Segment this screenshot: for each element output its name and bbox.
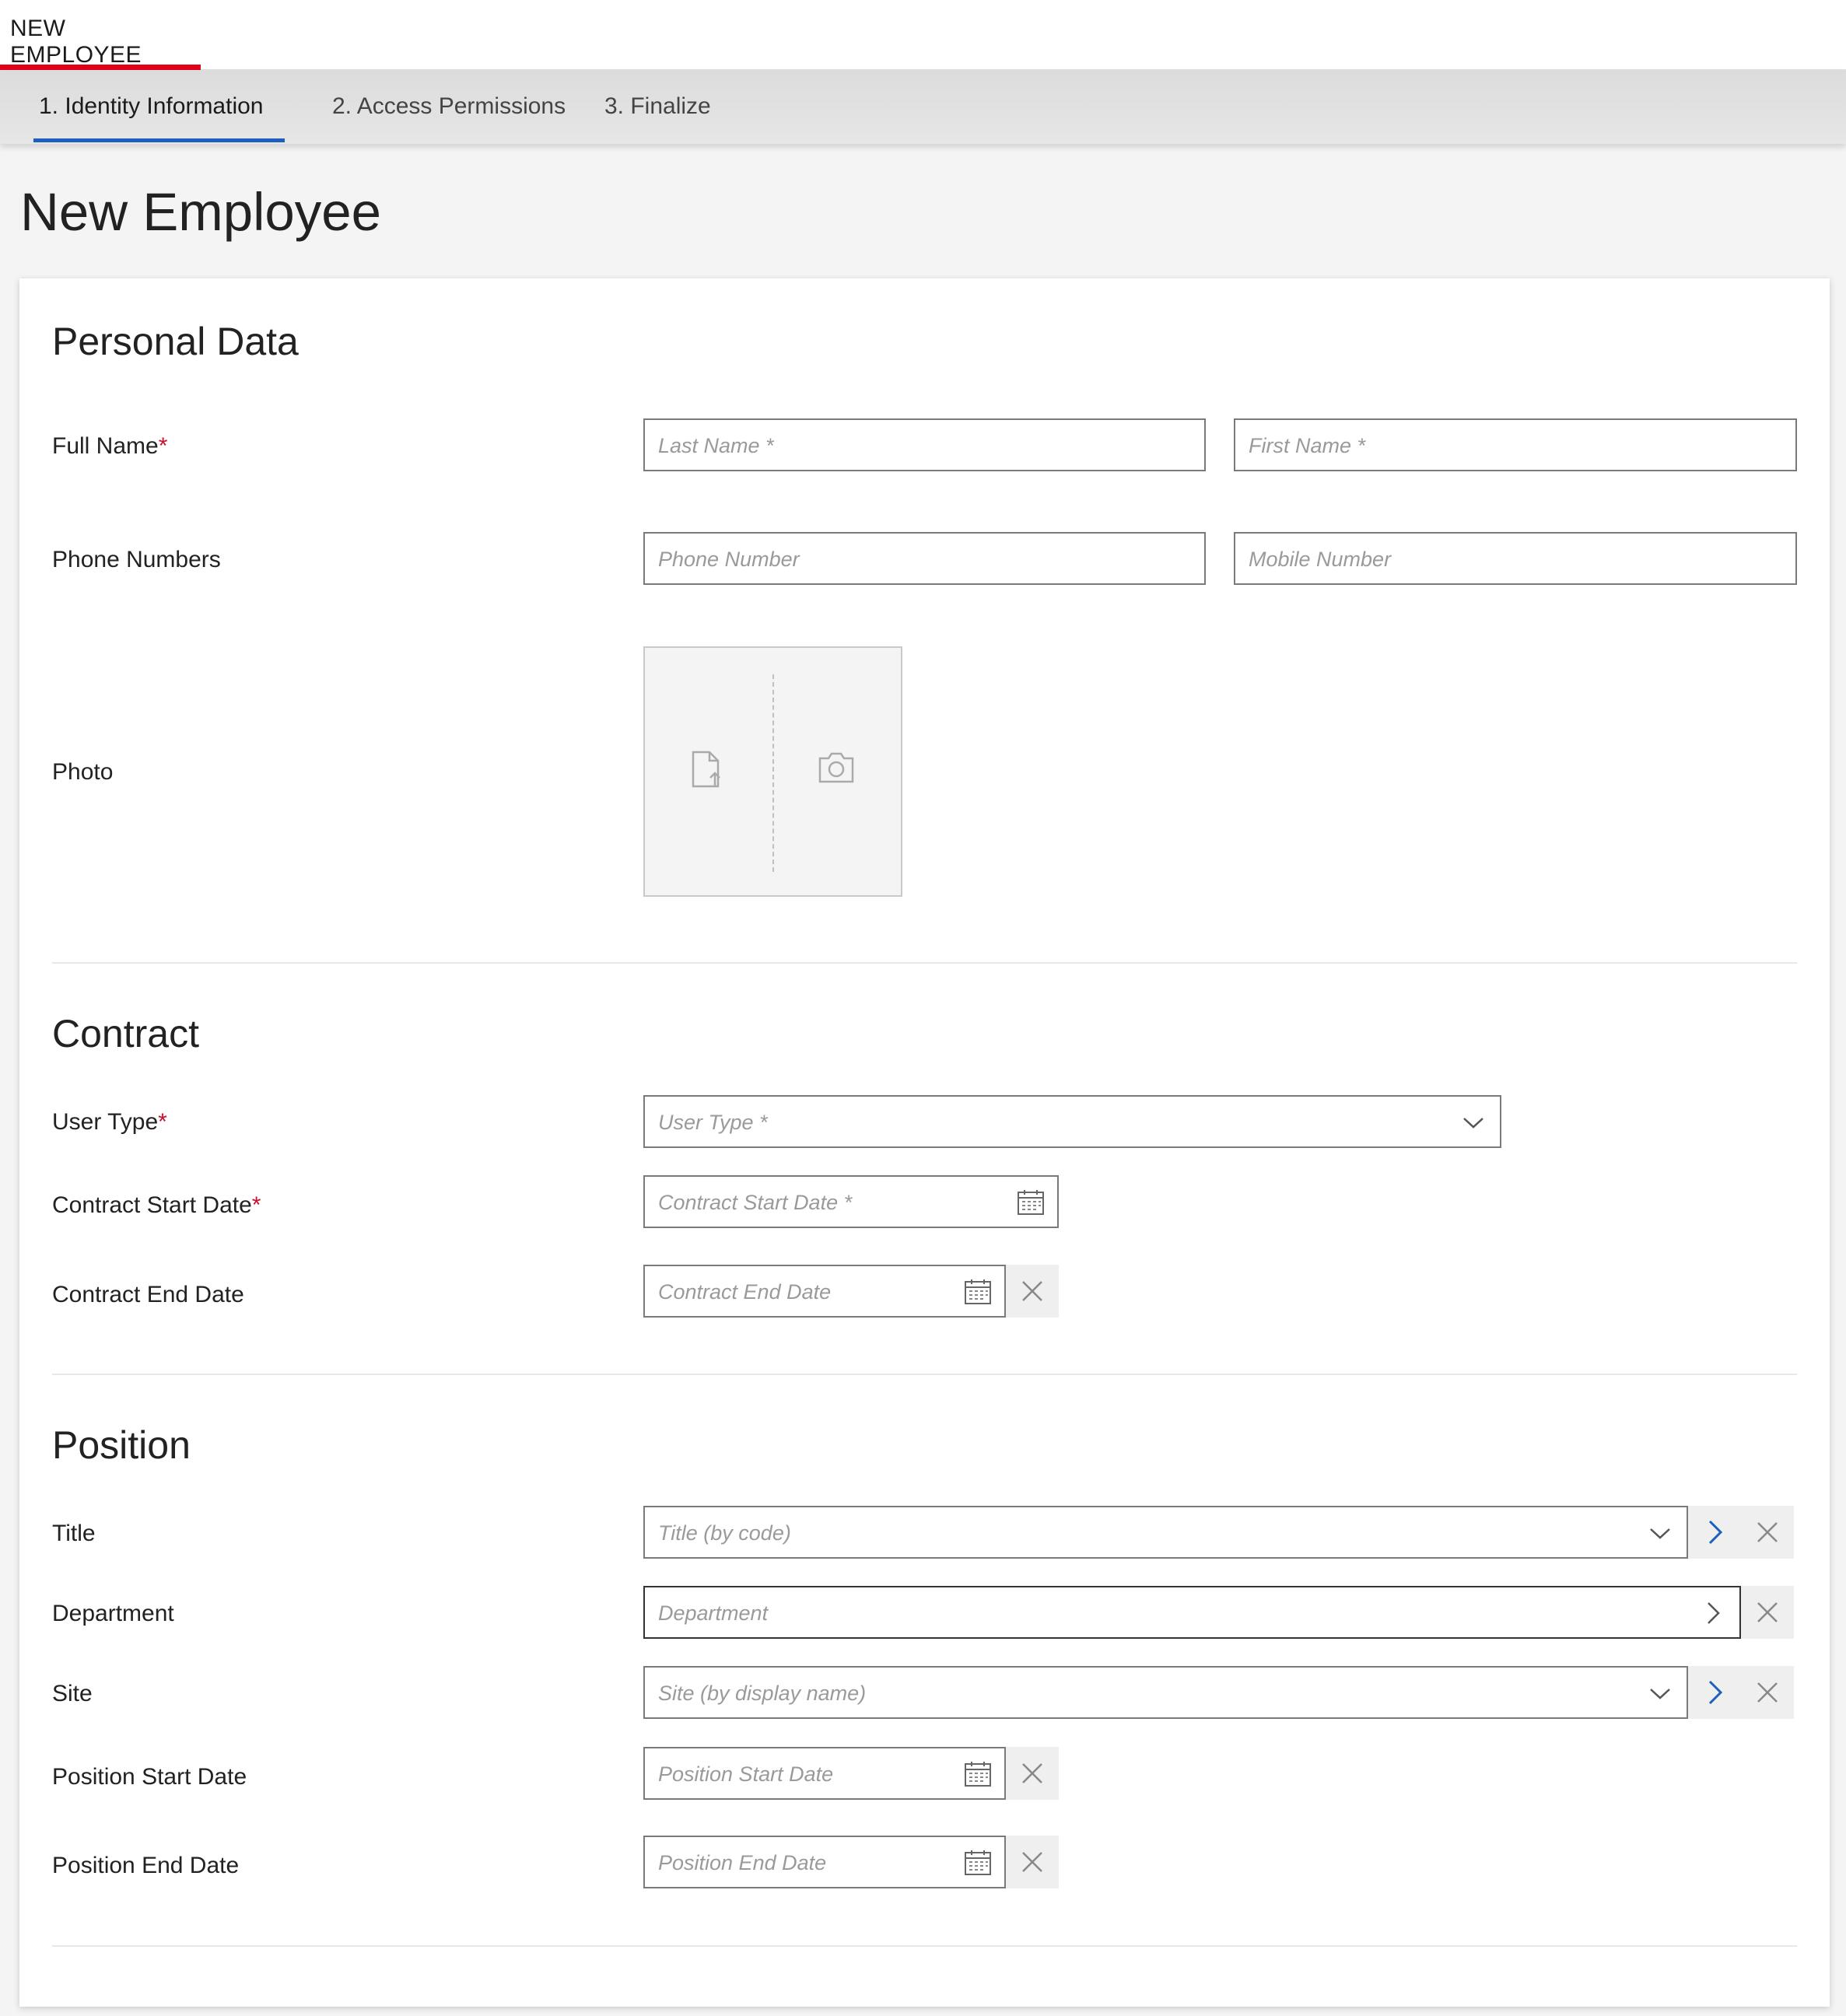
close-icon bbox=[1757, 1602, 1778, 1622]
close-icon bbox=[1022, 1281, 1042, 1301]
first-name-input[interactable]: First Name * bbox=[1234, 418, 1797, 471]
user-type-label-text: User Type bbox=[52, 1109, 159, 1135]
required-mark: * bbox=[158, 1109, 167, 1135]
close-icon bbox=[1757, 1522, 1778, 1542]
step-access-permissions[interactable]: 2. Access Permissions bbox=[332, 93, 566, 120]
site-placeholder: Site (by display name) bbox=[658, 1682, 867, 1705]
title-select[interactable]: Title (by code) bbox=[643, 1506, 1688, 1559]
photo-dropzone bbox=[643, 646, 902, 897]
first-name-placeholder: First Name * bbox=[1249, 434, 1366, 457]
close-icon bbox=[1022, 1763, 1042, 1783]
contract-end-date-label: Contract End Date bbox=[52, 1282, 244, 1307]
mobile-number-input[interactable]: Mobile Number bbox=[1234, 532, 1797, 585]
title-placeholder: Title (by code) bbox=[658, 1521, 791, 1545]
step-active-indicator bbox=[33, 138, 285, 142]
department-label: Department bbox=[52, 1601, 174, 1626]
clear-position-end-date-button[interactable] bbox=[1006, 1836, 1059, 1888]
mobile-number-placeholder: Mobile Number bbox=[1249, 548, 1392, 571]
document-upload-icon[interactable] bbox=[688, 750, 724, 793]
department-placeholder: Department bbox=[658, 1601, 769, 1625]
calendar-icon[interactable] bbox=[964, 1849, 992, 1877]
chevron-right-icon bbox=[1708, 1680, 1723, 1705]
app-tab-new-employee[interactable]: NEW EMPLOYEE bbox=[0, 0, 201, 70]
title-navigate-button[interactable] bbox=[1688, 1506, 1741, 1559]
last-name-placeholder: Last Name * bbox=[658, 434, 774, 457]
clear-title-button[interactable] bbox=[1741, 1506, 1794, 1559]
calendar-icon[interactable] bbox=[964, 1278, 992, 1306]
contract-start-date-input[interactable]: Contract Start Date * bbox=[643, 1175, 1059, 1228]
section-title-position: Position bbox=[52, 1423, 191, 1467]
calendar-icon[interactable] bbox=[1017, 1188, 1045, 1216]
phone-number-placeholder: Phone Number bbox=[658, 548, 800, 571]
chevron-right-icon bbox=[1708, 1520, 1723, 1545]
photo-separator bbox=[772, 674, 774, 872]
department-input[interactable]: Department bbox=[643, 1586, 1741, 1639]
photo-label: Photo bbox=[52, 759, 114, 785]
position-end-date-label: Position End Date bbox=[52, 1853, 240, 1878]
position-start-date-placeholder: Position Start Date bbox=[658, 1762, 834, 1786]
position-end-date-placeholder: Position End Date bbox=[658, 1851, 827, 1874]
position-end-date-input[interactable]: Position End Date bbox=[643, 1836, 1006, 1888]
contract-start-date-label-text: Contract Start Date bbox=[52, 1192, 252, 1218]
section-divider bbox=[52, 1945, 1797, 1947]
user-type-placeholder: User Type * bbox=[658, 1111, 768, 1134]
contract-end-date-input[interactable]: Contract End Date bbox=[643, 1265, 1006, 1318]
contract-start-date-label: Contract Start Date* bbox=[52, 1192, 261, 1219]
required-mark: * bbox=[158, 433, 168, 459]
full-name-label-text: Full Name bbox=[52, 433, 159, 459]
phone-number-input[interactable]: Phone Number bbox=[643, 532, 1206, 585]
contract-start-date-placeholder: Contract Start Date * bbox=[658, 1191, 853, 1214]
required-mark: * bbox=[251, 1192, 261, 1218]
form-card: Personal Data Full Name* Last Name * Fir… bbox=[19, 278, 1830, 2007]
position-start-date-label: Position Start Date bbox=[52, 1764, 247, 1790]
clear-contract-end-date-button[interactable] bbox=[1006, 1265, 1059, 1318]
page-title: New Employee bbox=[20, 182, 382, 242]
site-label: Site bbox=[52, 1681, 93, 1706]
section-title-contract: Contract bbox=[52, 1012, 199, 1055]
step-bar: 1. Identity Information 2. Access Permis… bbox=[0, 70, 1846, 144]
position-start-date-input[interactable]: Position Start Date bbox=[643, 1747, 1006, 1800]
user-type-label: User Type* bbox=[52, 1109, 167, 1136]
section-divider bbox=[52, 962, 1797, 964]
title-label: Title bbox=[52, 1521, 96, 1546]
chevron-down-icon bbox=[1463, 1118, 1483, 1129]
user-type-select[interactable]: User Type * bbox=[643, 1095, 1501, 1148]
chevron-right-icon[interactable] bbox=[1699, 1599, 1727, 1627]
last-name-input[interactable]: Last Name * bbox=[643, 418, 1206, 471]
clear-site-button[interactable] bbox=[1741, 1666, 1794, 1719]
app-tab-label: NEW EMPLOYEE bbox=[10, 16, 142, 68]
top-bar: NEW EMPLOYEE bbox=[0, 0, 1846, 70]
clear-department-button[interactable] bbox=[1741, 1586, 1794, 1639]
clear-position-start-date-button[interactable] bbox=[1006, 1747, 1059, 1800]
full-name-label: Full Name* bbox=[52, 433, 167, 460]
step-identity-information[interactable]: 1. Identity Information bbox=[39, 93, 264, 120]
camera-icon[interactable] bbox=[818, 751, 855, 788]
site-navigate-button[interactable] bbox=[1688, 1666, 1741, 1719]
contract-end-date-placeholder: Contract End Date bbox=[658, 1280, 832, 1304]
app-tab-active-indicator bbox=[0, 65, 201, 70]
phone-numbers-label: Phone Numbers bbox=[52, 547, 221, 572]
close-icon bbox=[1757, 1682, 1778, 1703]
section-title-personal-data: Personal Data bbox=[52, 320, 299, 363]
chevron-down-icon bbox=[1650, 1528, 1670, 1539]
site-select[interactable]: Site (by display name) bbox=[643, 1666, 1688, 1719]
close-icon bbox=[1022, 1852, 1042, 1872]
section-divider bbox=[52, 1374, 1797, 1375]
step-finalize[interactable]: 3. Finalize bbox=[604, 93, 711, 120]
chevron-down-icon bbox=[1650, 1689, 1670, 1699]
calendar-icon[interactable] bbox=[964, 1760, 992, 1788]
